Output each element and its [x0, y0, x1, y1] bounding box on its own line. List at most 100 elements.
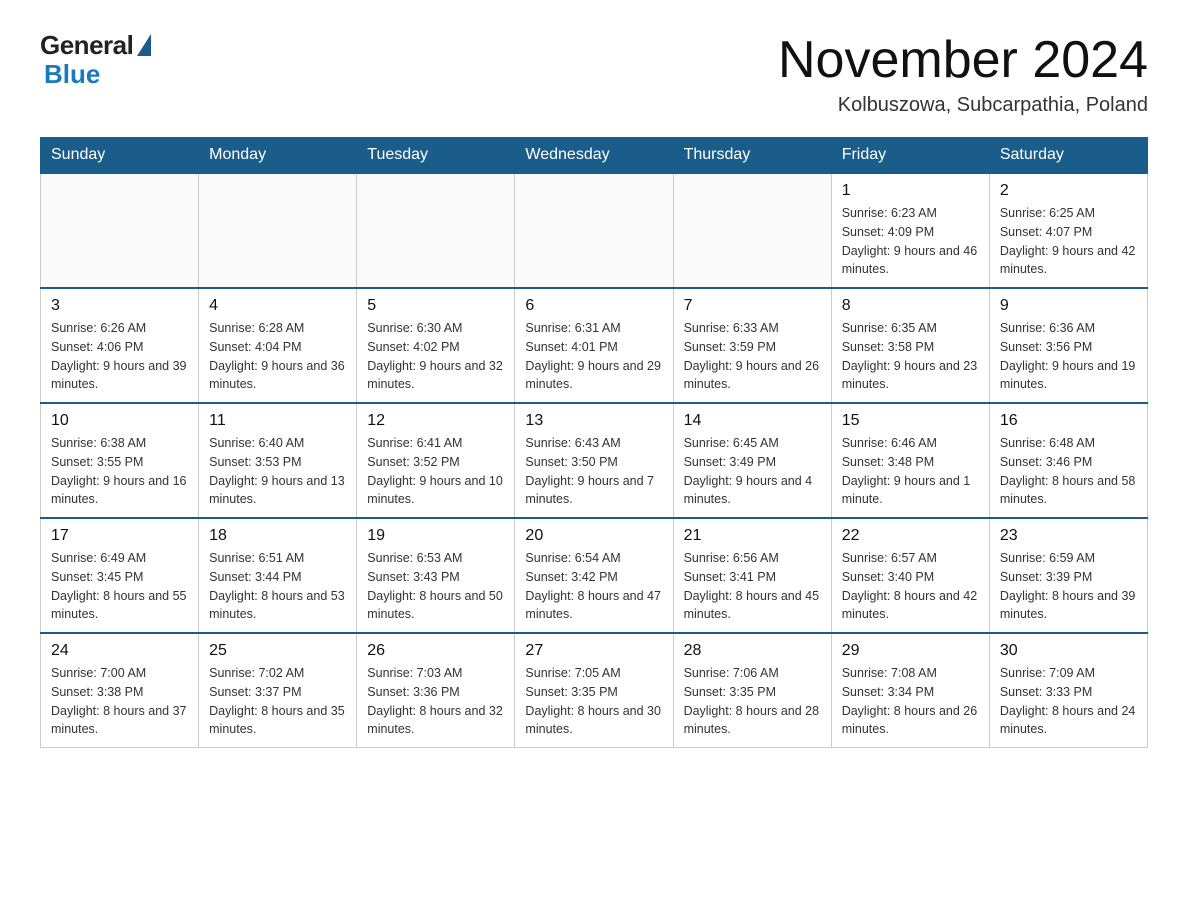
subtitle: Kolbuszowa, Subcarpathia, Poland: [778, 94, 1148, 117]
calendar-day-header: Wednesday: [515, 138, 673, 174]
day-info: Sunrise: 7:02 AM Sunset: 3:37 PM Dayligh…: [209, 664, 346, 739]
calendar-cell: 2 Sunrise: 6:25 AM Sunset: 4:07 PM Daylig…: [989, 173, 1147, 288]
day-number: 23: [1000, 527, 1137, 545]
calendar-cell: 19Sunrise: 6:53 AM Sunset: 3:43 PM Dayli…: [357, 518, 515, 633]
calendar-day-header: Saturday: [989, 138, 1147, 174]
day-info: Sunrise: 6:35 AM Sunset: 3:58 PM Dayligh…: [842, 319, 979, 394]
calendar-cell: 30 Sunrise: 7:09 AM Sunset: 3:33 PM Dayli…: [989, 633, 1147, 748]
calendar-cell: 6Sunrise: 6:31 AM Sunset: 4:01 PM Daylig…: [515, 288, 673, 403]
day-number: 1: [842, 182, 979, 200]
day-info: Sunrise: 6:46 AM Sunset: 3:48 PM Dayligh…: [842, 434, 979, 509]
day-info: Sunrise: 6:45 AM Sunset: 3:49 PM Dayligh…: [684, 434, 821, 509]
calendar-table: SundayMondayTuesdayWednesdayThursdayFrid…: [40, 137, 1148, 748]
calendar-cell: 22 Sunrise: 6:57 AM Sunset: 3:40 PM Dayli…: [831, 518, 989, 633]
calendar-day-header: Friday: [831, 138, 989, 174]
day-info: Sunrise: 6:38 AM Sunset: 3:55 PM Dayligh…: [51, 434, 188, 509]
day-info: Sunrise: 6:25 AM Sunset: 4:07 PM Dayligh…: [1000, 204, 1137, 279]
calendar-cell: 5 Sunrise: 6:30 AM Sunset: 4:02 PM Daylig…: [357, 288, 515, 403]
day-info: Sunrise: 6:51 AM Sunset: 3:44 PM Dayligh…: [209, 549, 346, 624]
day-number: 13: [525, 412, 662, 430]
day-info: Sunrise: 6:26 AM Sunset: 4:06 PM Dayligh…: [51, 319, 188, 394]
calendar-cell: 15 Sunrise: 6:46 AM Sunset: 3:48 PM Dayli…: [831, 403, 989, 518]
day-info: Sunrise: 7:05 AM Sunset: 3:35 PM Dayligh…: [525, 664, 662, 739]
calendar-cell: 9 Sunrise: 6:36 AM Sunset: 3:56 PM Daylig…: [989, 288, 1147, 403]
calendar-cell: 29Sunrise: 7:08 AM Sunset: 3:34 PM Dayli…: [831, 633, 989, 748]
day-number: 7: [684, 297, 821, 315]
calendar-cell: 7 Sunrise: 6:33 AM Sunset: 3:59 PM Daylig…: [673, 288, 831, 403]
day-number: 22: [842, 527, 979, 545]
day-info: Sunrise: 6:33 AM Sunset: 3:59 PM Dayligh…: [684, 319, 821, 394]
calendar-cell: [199, 173, 357, 288]
calendar-cell: 1 Sunrise: 6:23 AM Sunset: 4:09 PM Daylig…: [831, 173, 989, 288]
calendar-cell: 11 Sunrise: 6:40 AM Sunset: 3:53 PM Dayli…: [199, 403, 357, 518]
calendar-header-row: SundayMondayTuesdayWednesdayThursdayFrid…: [41, 138, 1148, 174]
day-number: 19: [367, 527, 504, 545]
calendar-week-row: 24 Sunrise: 7:00 AM Sunset: 3:38 PM Dayli…: [41, 633, 1148, 748]
day-number: 15: [842, 412, 979, 430]
day-info: Sunrise: 6:28 AM Sunset: 4:04 PM Dayligh…: [209, 319, 346, 394]
day-number: 29: [842, 642, 979, 660]
main-title: November 2024: [778, 30, 1148, 90]
calendar-cell: 24 Sunrise: 7:00 AM Sunset: 3:38 PM Dayli…: [41, 633, 199, 748]
calendar-cell: 27 Sunrise: 7:05 AM Sunset: 3:35 PM Dayli…: [515, 633, 673, 748]
calendar-week-row: 1 Sunrise: 6:23 AM Sunset: 4:09 PM Daylig…: [41, 173, 1148, 288]
day-number: 11: [209, 412, 346, 430]
day-info: Sunrise: 7:00 AM Sunset: 3:38 PM Dayligh…: [51, 664, 188, 739]
calendar-cell: 23 Sunrise: 6:59 AM Sunset: 3:39 PM Dayli…: [989, 518, 1147, 633]
day-info: Sunrise: 6:36 AM Sunset: 3:56 PM Dayligh…: [1000, 319, 1137, 394]
day-number: 24: [51, 642, 188, 660]
day-number: 4: [209, 297, 346, 315]
calendar-week-row: 17 Sunrise: 6:49 AM Sunset: 3:45 PM Dayli…: [41, 518, 1148, 633]
calendar-cell: 25 Sunrise: 7:02 AM Sunset: 3:37 PM Dayli…: [199, 633, 357, 748]
calendar-cell: 16Sunrise: 6:48 AM Sunset: 3:46 PM Dayli…: [989, 403, 1147, 518]
logo-triangle-icon: [137, 34, 151, 56]
calendar-cell: 10Sunrise: 6:38 AM Sunset: 3:55 PM Dayli…: [41, 403, 199, 518]
day-info: Sunrise: 6:40 AM Sunset: 3:53 PM Dayligh…: [209, 434, 346, 509]
calendar-day-header: Sunday: [41, 138, 199, 174]
day-number: 6: [525, 297, 662, 315]
calendar-cell: [357, 173, 515, 288]
calendar-cell: 18 Sunrise: 6:51 AM Sunset: 3:44 PM Dayli…: [199, 518, 357, 633]
day-info: Sunrise: 6:59 AM Sunset: 3:39 PM Dayligh…: [1000, 549, 1137, 624]
calendar-cell: [41, 173, 199, 288]
day-info: Sunrise: 6:54 AM Sunset: 3:42 PM Dayligh…: [525, 549, 662, 624]
day-number: 21: [684, 527, 821, 545]
day-number: 25: [209, 642, 346, 660]
calendar-cell: [515, 173, 673, 288]
day-number: 3: [51, 297, 188, 315]
day-number: 5: [367, 297, 504, 315]
day-number: 17: [51, 527, 188, 545]
day-info: Sunrise: 7:06 AM Sunset: 3:35 PM Dayligh…: [684, 664, 821, 739]
calendar-cell: 13 Sunrise: 6:43 AM Sunset: 3:50 PM Dayli…: [515, 403, 673, 518]
day-number: 9: [1000, 297, 1137, 315]
logo-general-text: General: [40, 30, 133, 61]
day-number: 2: [1000, 182, 1137, 200]
day-info: Sunrise: 6:41 AM Sunset: 3:52 PM Dayligh…: [367, 434, 504, 509]
calendar-cell: 3 Sunrise: 6:26 AM Sunset: 4:06 PM Daylig…: [41, 288, 199, 403]
calendar-day-header: Monday: [199, 138, 357, 174]
calendar-cell: 17 Sunrise: 6:49 AM Sunset: 3:45 PM Dayli…: [41, 518, 199, 633]
calendar-week-row: 10Sunrise: 6:38 AM Sunset: 3:55 PM Dayli…: [41, 403, 1148, 518]
day-info: Sunrise: 6:56 AM Sunset: 3:41 PM Dayligh…: [684, 549, 821, 624]
day-info: Sunrise: 6:49 AM Sunset: 3:45 PM Dayligh…: [51, 549, 188, 624]
day-info: Sunrise: 6:23 AM Sunset: 4:09 PM Dayligh…: [842, 204, 979, 279]
calendar-cell: 21 Sunrise: 6:56 AM Sunset: 3:41 PM Dayli…: [673, 518, 831, 633]
calendar-cell: [673, 173, 831, 288]
day-info: Sunrise: 6:43 AM Sunset: 3:50 PM Dayligh…: [525, 434, 662, 509]
day-info: Sunrise: 6:30 AM Sunset: 4:02 PM Dayligh…: [367, 319, 504, 394]
day-info: Sunrise: 6:57 AM Sunset: 3:40 PM Dayligh…: [842, 549, 979, 624]
day-number: 8: [842, 297, 979, 315]
title-section: November 2024 Kolbuszowa, Subcarpathia, …: [778, 30, 1148, 117]
calendar-cell: 4 Sunrise: 6:28 AM Sunset: 4:04 PM Daylig…: [199, 288, 357, 403]
calendar-cell: 20Sunrise: 6:54 AM Sunset: 3:42 PM Dayli…: [515, 518, 673, 633]
calendar-cell: 8 Sunrise: 6:35 AM Sunset: 3:58 PM Daylig…: [831, 288, 989, 403]
day-number: 14: [684, 412, 821, 430]
day-number: 27: [525, 642, 662, 660]
calendar-day-header: Tuesday: [357, 138, 515, 174]
day-info: Sunrise: 7:09 AM Sunset: 3:33 PM Dayligh…: [1000, 664, 1137, 739]
day-number: 30: [1000, 642, 1137, 660]
logo-blue-text: Blue: [40, 59, 100, 90]
day-number: 26: [367, 642, 504, 660]
day-number: 18: [209, 527, 346, 545]
calendar-cell: 26Sunrise: 7:03 AM Sunset: 3:36 PM Dayli…: [357, 633, 515, 748]
